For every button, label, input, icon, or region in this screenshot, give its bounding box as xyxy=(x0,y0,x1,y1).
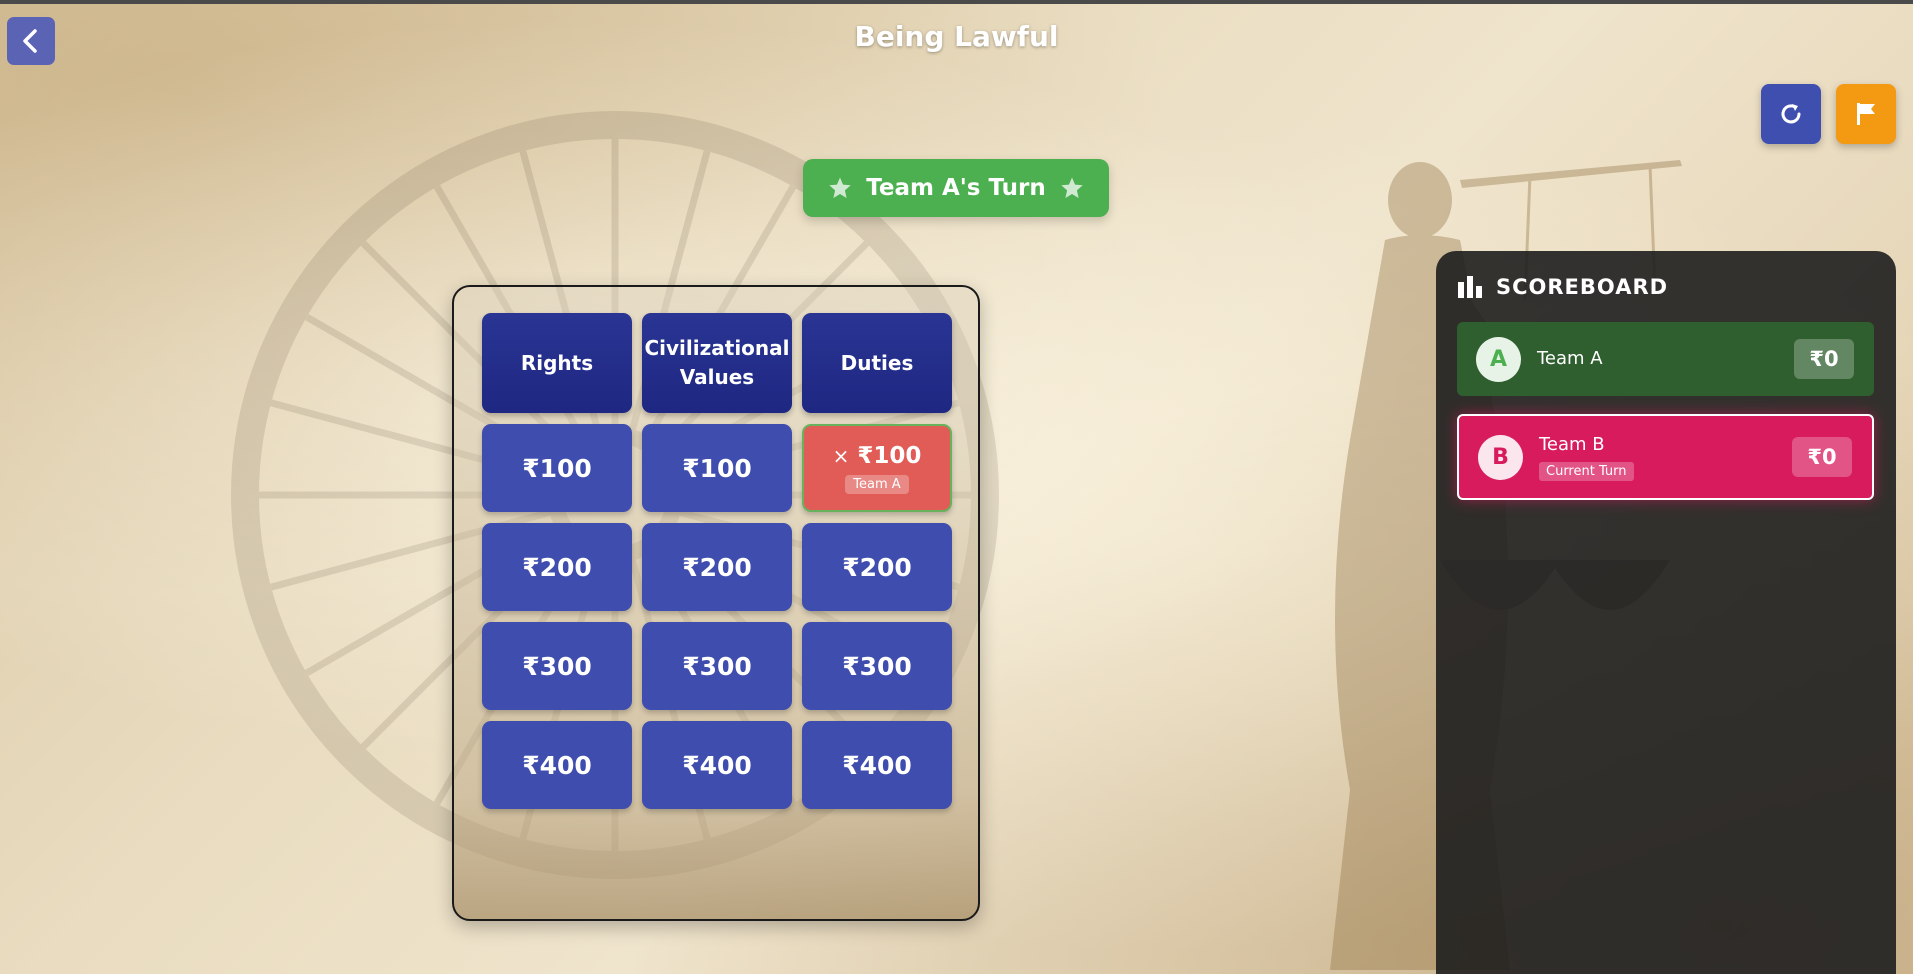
answered-value: ₹100 xyxy=(857,442,922,469)
page-title: Being Lawful xyxy=(854,20,1059,53)
team-a-row: A Team A ₹0 xyxy=(1457,322,1874,396)
team-a-score: ₹0 xyxy=(1794,339,1854,379)
category-duties: Duties xyxy=(802,313,952,413)
refresh-icon xyxy=(1781,104,1801,124)
team-a-avatar: A xyxy=(1476,336,1521,382)
question-grid: Rights Civilizational Values Duties ₹100… xyxy=(482,313,956,809)
top-border xyxy=(0,0,1913,4)
team-b-avatar: B xyxy=(1478,434,1523,480)
team-a-name: Team A xyxy=(1537,348,1603,369)
scoreboard-title: SCOREBOARD xyxy=(1496,275,1669,299)
answered-team-tag: Team A xyxy=(845,474,909,494)
team-b-row: B Team B Current Turn ₹0 xyxy=(1457,414,1874,500)
question-cell[interactable]: ₹300 xyxy=(482,622,632,710)
question-cell[interactable]: ₹400 xyxy=(482,721,632,809)
question-cell[interactable]: ₹400 xyxy=(642,721,792,809)
answered-question-cell: × ₹100 Team A xyxy=(802,424,952,512)
scoreboard-header: SCOREBOARD xyxy=(1458,275,1668,299)
star-icon xyxy=(829,177,851,198)
refresh-button[interactable] xyxy=(1761,84,1821,144)
question-cell[interactable]: ₹200 xyxy=(642,523,792,611)
question-cell[interactable]: ₹300 xyxy=(642,622,792,710)
star-icon xyxy=(1061,177,1083,198)
question-cell[interactable]: ₹200 xyxy=(802,523,952,611)
team-b-score: ₹0 xyxy=(1792,437,1852,477)
question-cell[interactable]: ₹100 xyxy=(482,424,632,512)
turn-banner: Team A's Turn xyxy=(803,159,1109,217)
bar-chart-icon xyxy=(1458,276,1482,298)
question-cell[interactable]: ₹400 xyxy=(802,721,952,809)
current-turn-badge: Current Turn xyxy=(1539,462,1634,481)
question-cell[interactable]: ₹200 xyxy=(482,523,632,611)
category-civilizational-values: Civilizational Values xyxy=(642,313,792,413)
category-rights: Rights xyxy=(482,313,632,413)
wrong-mark-icon: × xyxy=(832,443,850,468)
answered-value-row: × ₹100 xyxy=(833,443,922,469)
scoreboard-panel: SCOREBOARD A Team A ₹0 B Team B Current … xyxy=(1436,251,1896,974)
flag-icon xyxy=(1857,103,1875,125)
team-b-name: Team B xyxy=(1539,434,1605,455)
question-cell[interactable]: ₹300 xyxy=(802,622,952,710)
question-cell[interactable]: ₹100 xyxy=(642,424,792,512)
turn-text: Team A's Turn xyxy=(866,175,1046,201)
end-game-button[interactable] xyxy=(1836,84,1896,144)
game-board: Rights Civilizational Values Duties ₹100… xyxy=(452,285,980,921)
